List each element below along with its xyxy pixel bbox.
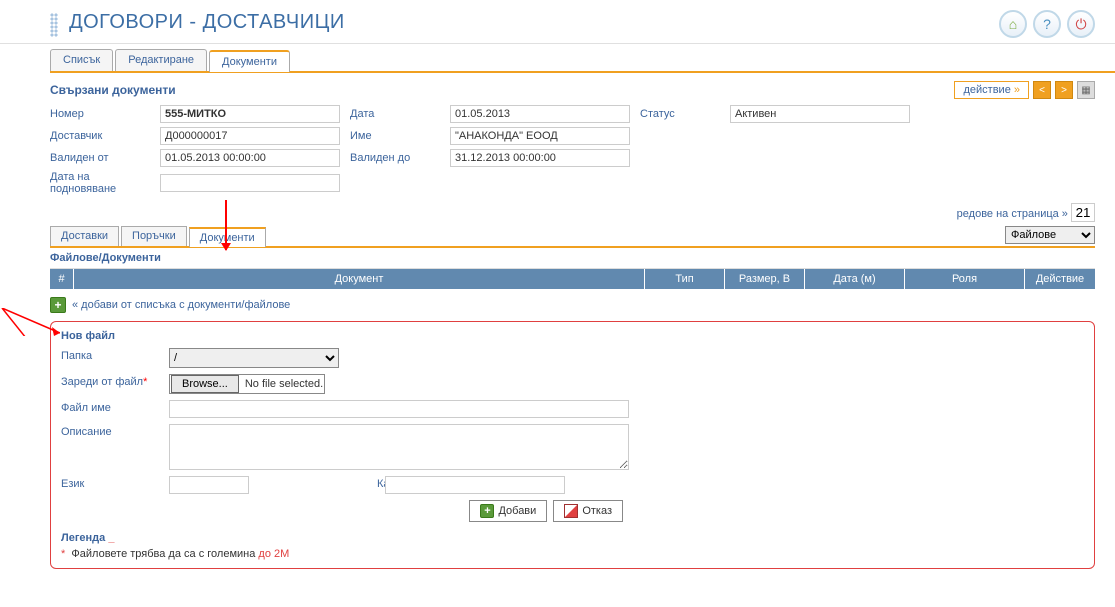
content: Свързани документи действие » < > ▦ Номе…	[50, 73, 1095, 569]
folder-label: Папка	[61, 348, 161, 362]
renewal-field[interactable]	[160, 174, 340, 192]
action-button[interactable]: действие »	[954, 81, 1029, 99]
form-grid: Номер Дата Статус Доставчик Име Валиден …	[50, 105, 1095, 195]
th-role: Роля	[905, 269, 1025, 289]
date-label: Дата	[350, 108, 440, 120]
rows-per-page-input[interactable]	[1071, 203, 1095, 222]
number-field[interactable]	[160, 105, 340, 123]
plus-icon: +	[480, 504, 494, 518]
language-input[interactable]	[169, 476, 249, 494]
page-title: ДОГОВОРИ - ДОСТАВЧИЦИ	[69, 11, 345, 33]
renewal-label: Дата на подновяване	[50, 171, 150, 195]
valid-from-label: Валиден от	[50, 152, 150, 164]
language-label: Език	[61, 476, 161, 490]
number-label: Номер	[50, 108, 150, 120]
name-label: Име	[350, 130, 440, 142]
kato-label: Като	[257, 476, 377, 490]
browse-button[interactable]: Browse...	[171, 375, 239, 393]
chevron-right-icon: »	[1014, 84, 1020, 96]
red-arrow-to-add-icon	[0, 308, 60, 336]
th-document: Документ	[74, 269, 645, 289]
help-icon[interactable]: ?	[1033, 10, 1061, 38]
th-date: Дата (м)	[805, 269, 905, 289]
nav-next-button[interactable]: >	[1055, 81, 1073, 99]
valid-to-label: Валиден до	[350, 152, 440, 164]
valid-to-field[interactable]	[450, 149, 630, 167]
files-select[interactable]: Файлове	[1005, 226, 1095, 244]
table-header: # Документ Тип Размер, B Дата (м) Роля Д…	[50, 269, 1095, 289]
add-row: + « добави от списъка с документи/файлов…	[50, 297, 1095, 313]
valid-from-field[interactable]	[160, 149, 340, 167]
add-file-button[interactable]: + Добави	[469, 500, 547, 522]
add-from-list-link[interactable]: « добави от списъка с документи/файлове	[72, 299, 290, 311]
subtab-orders[interactable]: Поръчки	[121, 226, 187, 246]
tab-list[interactable]: Списък	[50, 49, 113, 71]
description-label: Описание	[61, 424, 161, 438]
load-label: Зареди от файл*	[61, 374, 161, 388]
nav-grid-button[interactable]: ▦	[1077, 81, 1095, 99]
folder-select[interactable]: /	[169, 348, 339, 368]
kato-input[interactable]	[385, 476, 565, 494]
section-head: Свързани документи действие » < > ▦	[50, 81, 1095, 99]
new-file-title: Нов файл	[61, 330, 1084, 342]
header-icons: ⌂ ? ⏻	[999, 10, 1095, 38]
legend-text: * Файловете трябва да са с големина до 2…	[61, 548, 1084, 560]
tab-documents[interactable]: Документи	[209, 50, 290, 72]
files-title: Файлове/Документи	[50, 248, 1095, 269]
rows-per-page: редове на страница »	[50, 203, 1095, 222]
th-hash: #	[50, 269, 74, 289]
red-arrow-annotation	[225, 200, 227, 250]
description-textarea[interactable]	[169, 424, 629, 470]
header: ДОГОВОРИ - ДОСТАВЧИЦИ ⌂ ? ⏻	[0, 0, 1115, 44]
title-dots-icon	[50, 13, 58, 37]
main-tabs: Списък Редактиране Документи	[50, 49, 1115, 73]
name-field[interactable]	[450, 127, 630, 145]
th-size: Размер, B	[725, 269, 805, 289]
th-type: Тип	[645, 269, 725, 289]
supplier-label: Доставчик	[50, 130, 150, 142]
th-action: Действие	[1025, 269, 1095, 289]
sub-tabs: Доставки Поръчки Документи Файлове	[50, 226, 1095, 248]
tab-edit[interactable]: Редактиране	[115, 49, 207, 71]
filename-label: Файл име	[61, 400, 161, 414]
nav-prev-button[interactable]: <	[1033, 81, 1051, 99]
status-label: Статус	[640, 108, 720, 120]
subtab-deliveries[interactable]: Доставки	[50, 226, 119, 246]
legend-title: Легенда _	[61, 532, 1084, 544]
supplier-field[interactable]	[160, 127, 340, 145]
power-icon[interactable]: ⏻	[1067, 10, 1095, 38]
filename-input[interactable]	[169, 400, 629, 418]
cancel-icon	[564, 504, 578, 518]
no-file-text: No file selected.	[239, 378, 323, 390]
cancel-button[interactable]: Отказ	[553, 500, 623, 522]
home-icon[interactable]: ⌂	[999, 10, 1027, 38]
section-title: Свързани документи	[50, 83, 176, 97]
new-file-box: Нов файл Папка / Зареди от файл* Browse.…	[50, 321, 1095, 569]
date-field[interactable]	[450, 105, 630, 123]
status-field[interactable]	[730, 105, 910, 123]
